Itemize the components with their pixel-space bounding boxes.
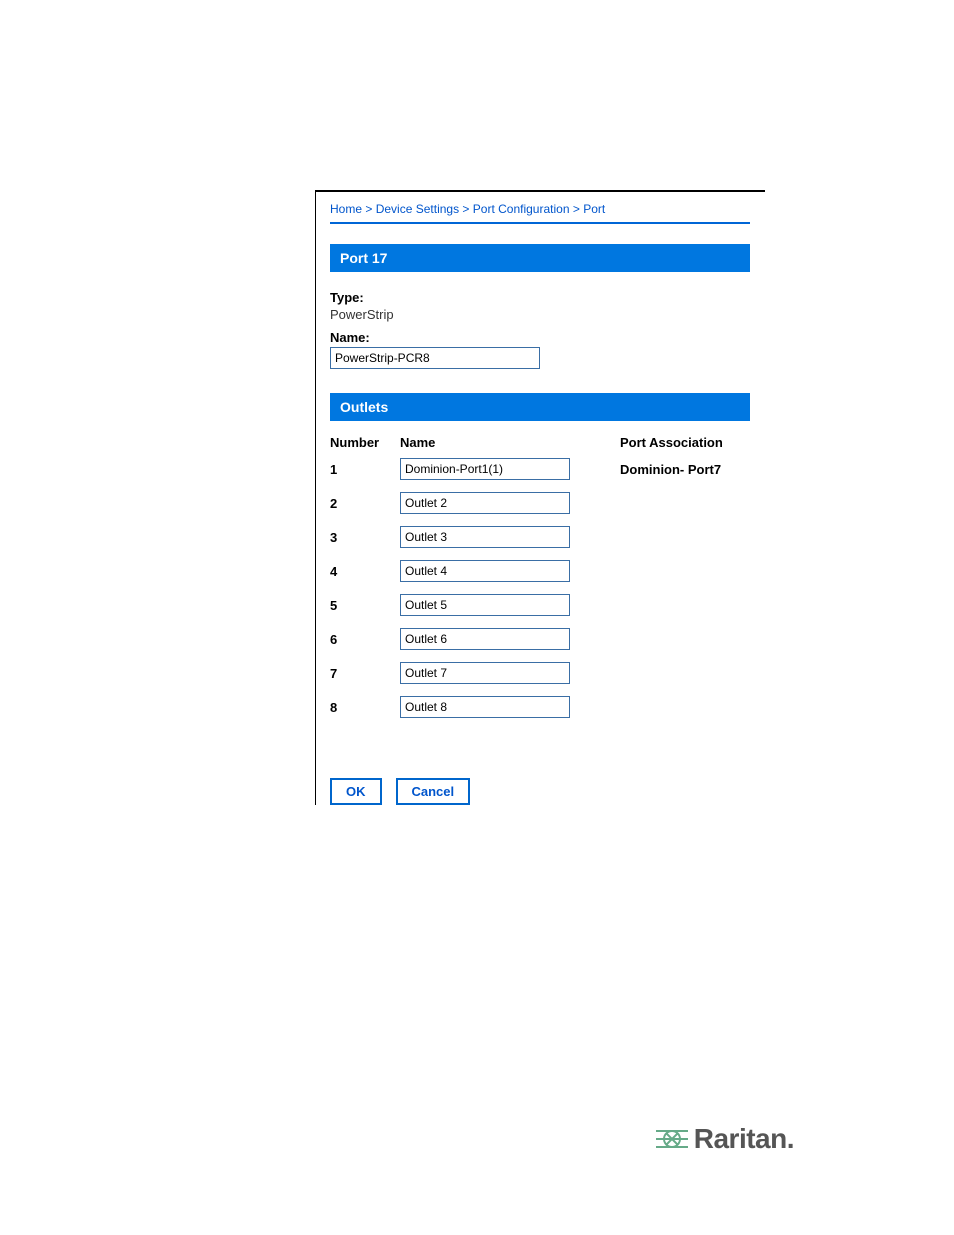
outlet-row: 2 <box>330 492 765 514</box>
outlets-header-bar: Outlets <box>330 393 750 421</box>
breadcrumb-device-settings[interactable]: Device Settings <box>376 202 459 216</box>
outlet-number: 6 <box>330 632 400 647</box>
outlet-name-input[interactable] <box>400 492 570 514</box>
breadcrumb-home[interactable]: Home <box>330 202 362 216</box>
column-number: Number <box>330 435 400 450</box>
cancel-button[interactable]: Cancel <box>396 778 471 805</box>
raritan-logo-icon <box>654 1125 690 1153</box>
outlet-number: 3 <box>330 530 400 545</box>
outlet-name-input[interactable] <box>400 458 570 480</box>
outlet-row: 4 <box>330 560 765 582</box>
outlet-number: 5 <box>330 598 400 613</box>
name-label: Name: <box>330 330 765 345</box>
ok-button[interactable]: OK <box>330 778 382 805</box>
column-name: Name <box>400 435 600 450</box>
outlet-name-input[interactable] <box>400 560 570 582</box>
outlet-association: Dominion- Port7 <box>600 462 765 477</box>
outlet-row: 5 <box>330 594 765 616</box>
outlet-name-input[interactable] <box>400 662 570 684</box>
outlet-name-input[interactable] <box>400 628 570 650</box>
column-port-association: Port Association <box>600 435 765 450</box>
brand-name: Raritan. <box>694 1123 794 1155</box>
outlet-number: 8 <box>330 700 400 715</box>
brand-logo: Raritan. <box>654 1123 794 1155</box>
type-value: PowerStrip <box>330 307 765 322</box>
outlet-number: 7 <box>330 666 400 681</box>
port-header-bar: Port 17 <box>330 244 750 272</box>
name-input[interactable] <box>330 347 540 369</box>
type-label: Type: <box>330 290 765 305</box>
port-config-panel: Home > Device Settings > Port Configurat… <box>315 190 765 805</box>
breadcrumb-port-configuration[interactable]: Port Configuration <box>473 202 570 216</box>
outlet-number: 2 <box>330 496 400 511</box>
breadcrumb-port[interactable]: Port <box>583 202 605 216</box>
outlet-row: 7 <box>330 662 765 684</box>
outlet-row: 6 <box>330 628 765 650</box>
outlet-number: 1 <box>330 462 400 477</box>
outlet-row: 1 Dominion- Port7 <box>330 458 765 480</box>
outlet-number: 4 <box>330 564 400 579</box>
outlet-name-input[interactable] <box>400 526 570 548</box>
outlets-table: Number Name Port Association 1 Dominion-… <box>330 435 765 718</box>
outlet-row: 8 <box>330 696 765 718</box>
outlet-row: 3 <box>330 526 765 548</box>
breadcrumb: Home > Device Settings > Port Configurat… <box>330 196 750 224</box>
outlet-name-input[interactable] <box>400 696 570 718</box>
outlet-name-input[interactable] <box>400 594 570 616</box>
